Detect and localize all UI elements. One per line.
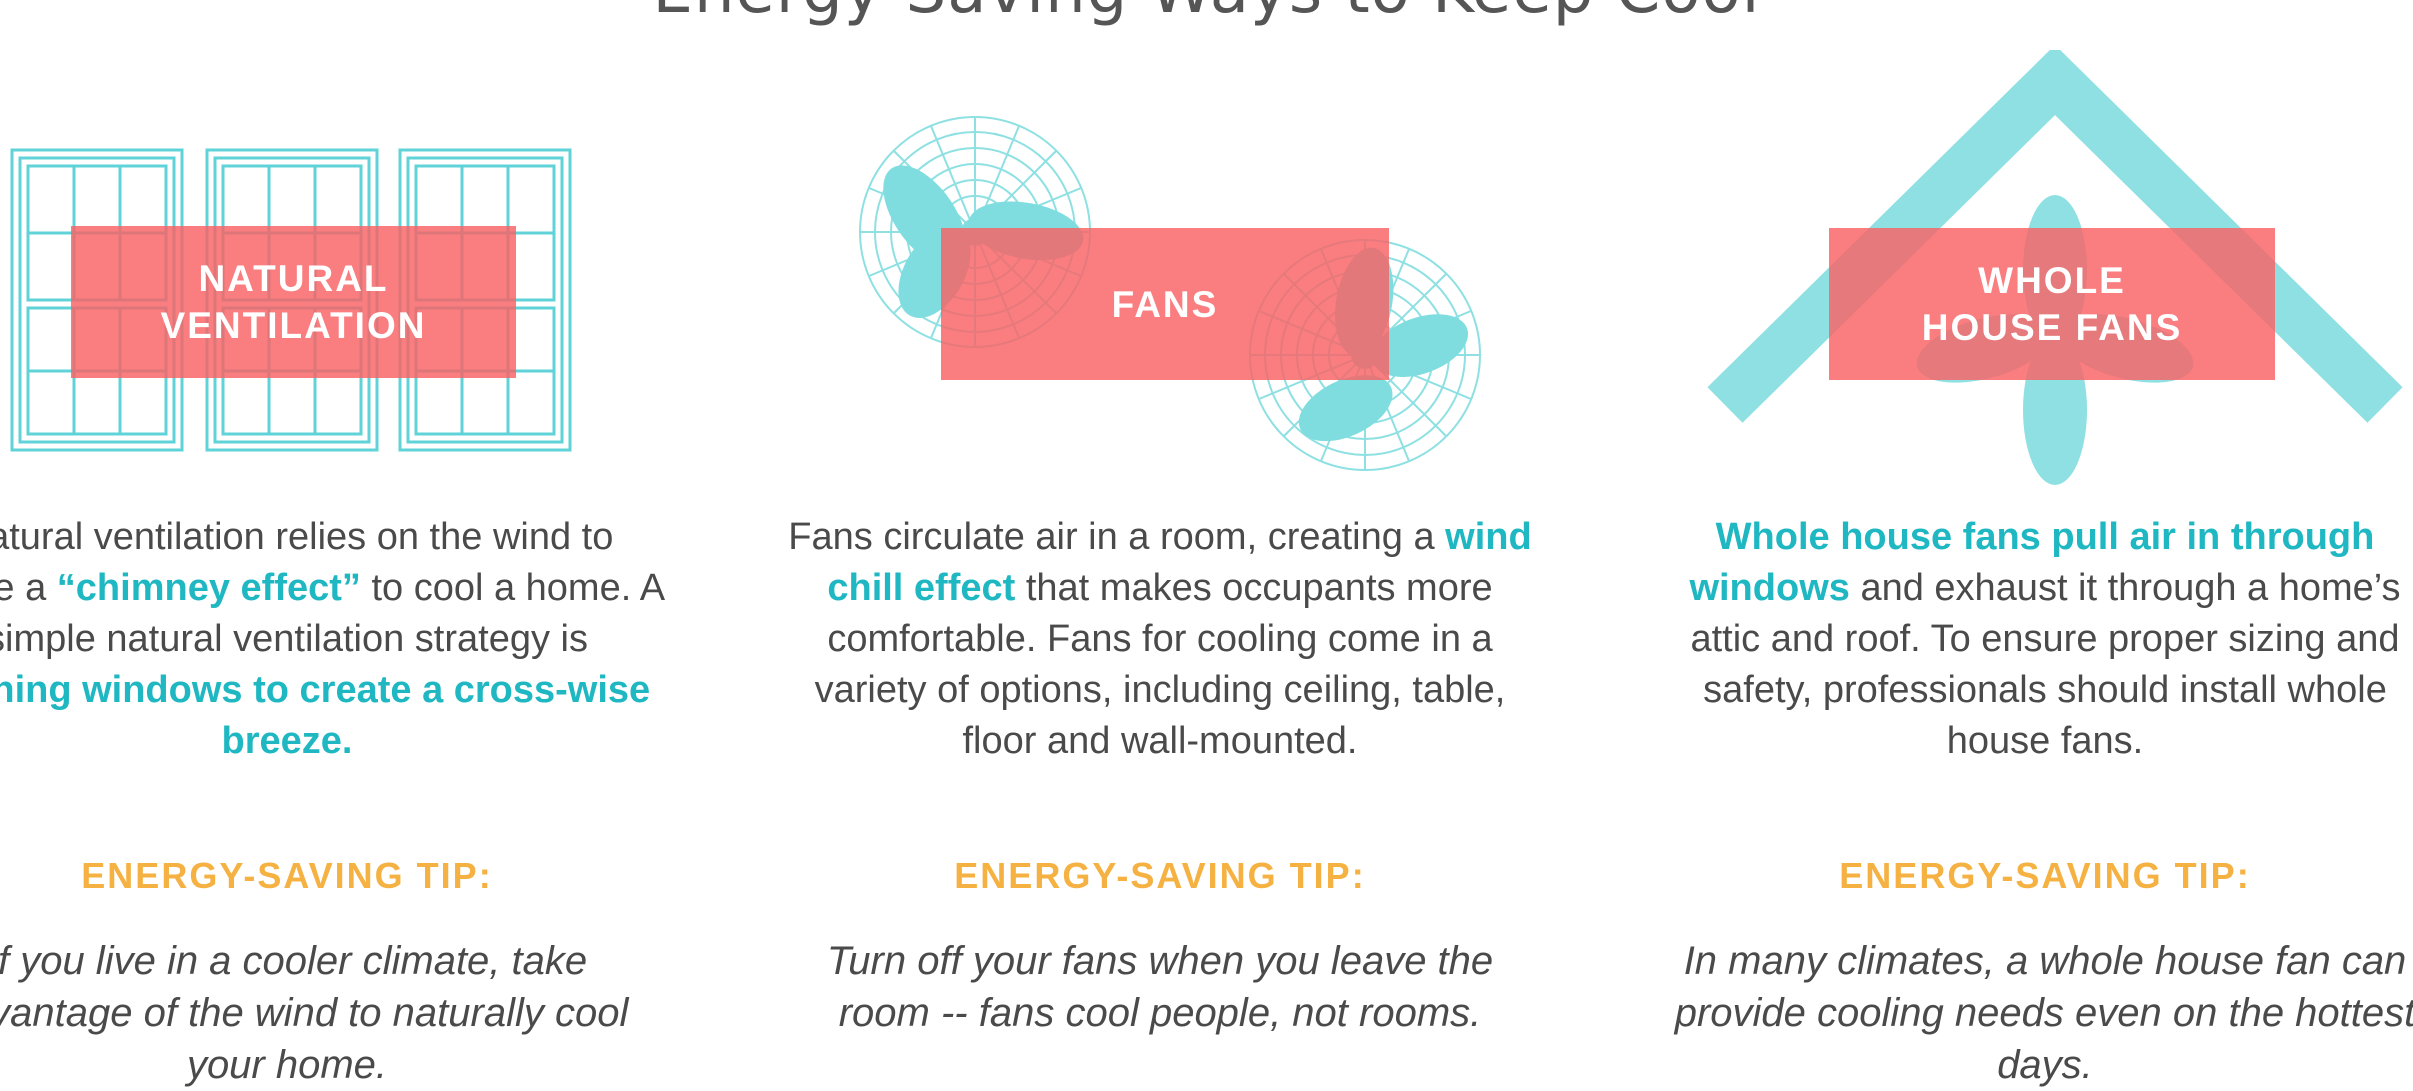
windows-illustration: NATURAL VENTILATION <box>0 50 667 490</box>
label-line: WHOLE <box>1978 260 2126 301</box>
tip-text: In many climates, a whole house fan can … <box>1674 939 2413 1087</box>
tip-text: If you live in a cooler climate, take ad… <box>0 939 629 1087</box>
fans-description: Fans circulate air in a room, creating a… <box>780 512 1540 767</box>
natural-ventilation-description: Natural ventilation relies on the wind t… <box>0 512 667 767</box>
desc-highlight: opening windows to create a cross-wise b… <box>0 669 651 762</box>
desc-text: Fans circulate air in a room, creating a <box>788 516 1446 558</box>
natural-ventilation-section: NATURAL VENTILATION Natural ventilation … <box>0 0 667 1087</box>
tip-text: Turn off your fans when you leave the ro… <box>826 939 1494 1035</box>
tip-heading: ENERGY-SAVING TIP: <box>954 855 1366 896</box>
whole-house-fans-label: WHOLE HOUSE FANS <box>1829 228 2275 380</box>
house-fan-illustration: WHOLE HOUSE FANS <box>1665 44 2413 490</box>
label-line: VENTILATION <box>160 305 427 346</box>
fans-illustration: FANS <box>780 50 1540 490</box>
label-line: NATURAL <box>198 258 389 299</box>
tip-heading: ENERGY-SAVING TIP: <box>1839 855 2251 896</box>
label-line: FANS <box>1111 283 1219 325</box>
whole-house-fans-description: Whole house fans pull air in through win… <box>1665 512 2413 767</box>
natural-ventilation-label: NATURAL VENTILATION <box>71 226 516 378</box>
label-line: HOUSE FANS <box>1921 307 2183 348</box>
fans-section: FANS Fans circulate air in a room, creat… <box>780 0 1540 1063</box>
fans-label: FANS <box>941 228 1389 380</box>
desc-highlight: “chimney effect” <box>56 567 361 609</box>
tip-heading: ENERGY-SAVING TIP: <box>81 855 493 896</box>
whole-house-fans-section: WHOLE HOUSE FANS Whole house fans pull a… <box>1665 0 2413 1087</box>
